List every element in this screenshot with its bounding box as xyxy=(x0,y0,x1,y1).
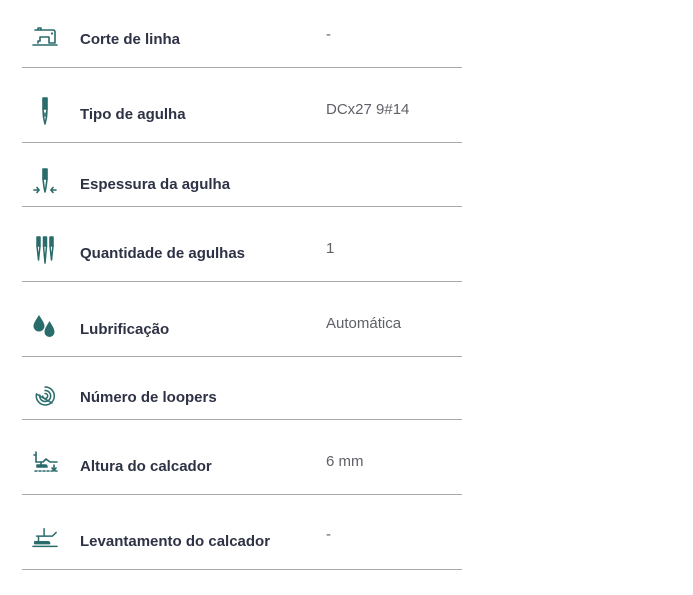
spec-label: Corte de linha xyxy=(80,31,181,48)
spec-row-corte-de-linha: Corte de linha - xyxy=(22,0,462,68)
spec-row-tipo-de-agulha: Tipo de agulha DCx27 9#14 xyxy=(22,68,462,143)
presser-foot-lift-icon xyxy=(32,525,58,551)
looper-spiral-icon xyxy=(32,383,58,409)
oil-drops-icon xyxy=(32,313,58,339)
spec-value: 1 xyxy=(326,240,335,257)
sewing-machine-icon xyxy=(32,24,58,50)
spec-row-lubrificacao: Lubrificação Automática xyxy=(22,282,462,357)
spec-row-levantamento-do-calcador: Levantamento do calcador - xyxy=(22,495,462,570)
spec-row-quantidade-de-agulhas: Quantidade de agulhas 1 xyxy=(22,207,462,282)
presser-foot-height-icon xyxy=(32,450,58,476)
spec-label: Espessura da agulha xyxy=(80,176,231,193)
spec-list: Corte de linha - Tipo de agulha DCx27 9#… xyxy=(22,0,462,570)
spec-row-altura-do-calcador: Altura do calcador 6 mm xyxy=(22,420,462,495)
spec-value: - xyxy=(326,26,331,43)
spec-label: Lubrificação xyxy=(80,321,170,338)
needle-thickness-icon xyxy=(32,168,58,195)
spec-row-numero-de-loopers: Número de loopers xyxy=(22,357,462,420)
spec-value: 6 mm xyxy=(326,453,364,470)
spec-label: Número de loopers xyxy=(80,389,217,406)
spec-label: Altura do calcador xyxy=(80,458,212,475)
spec-value: Automática xyxy=(326,315,402,332)
spec-value: DCx27 9#14 xyxy=(326,101,410,118)
spec-row-espessura-da-agulha: Espessura da agulha xyxy=(22,143,462,207)
spec-label: Levantamento do calcador xyxy=(80,533,271,550)
spec-label: Quantidade de agulhas xyxy=(80,245,246,262)
needle-icon xyxy=(32,97,58,125)
spec-value: - xyxy=(326,526,331,543)
multiple-needles-icon xyxy=(32,236,58,264)
spec-label: Tipo de agulha xyxy=(80,106,186,123)
